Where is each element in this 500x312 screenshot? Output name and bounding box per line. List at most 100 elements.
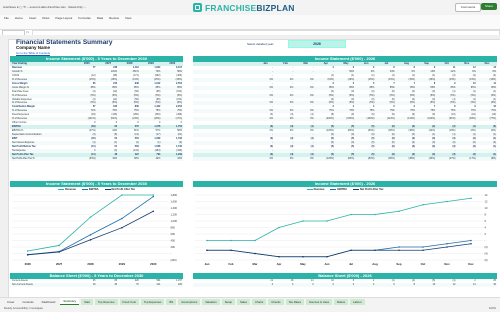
y-tick-label: 1,400: [171, 206, 178, 210]
chart-title: Income Statement ($'000) - 5 Years to De…: [10, 181, 183, 187]
sheet-tab[interactable]: Sales: [237, 298, 250, 305]
chart-5yr-plot: 1,800 1,600 1,400 1,200 1,000 800 600 400 200 - (2…: [12, 193, 178, 266]
sheet-tab[interactable]: Fixed Cost: [119, 298, 139, 305]
y-tick-label: -: [485, 240, 486, 243]
sheet-tab[interactable]: Summary: [60, 298, 80, 305]
y-tick-label: 12: [485, 200, 488, 204]
sheet-tab[interactable]: Tax Rates: [285, 298, 305, 305]
menu-item[interactable]: Insert: [29, 15, 37, 22]
x-tick-label: Mar: [253, 262, 259, 266]
series-line-revenue: [27, 194, 154, 252]
table-cell: 220: [178, 282, 182, 286]
sheet-tab[interactable]: Labour: [350, 298, 365, 305]
table-row: Non-Current Assets 16 30 76 141 220: [10, 282, 183, 287]
sheet-tab[interactable]: Valuation: [202, 298, 220, 305]
table-cell: (83%): [368, 156, 375, 160]
year-label: Select detailed year:: [247, 42, 275, 46]
logo-text-b: BIZPLAN: [256, 2, 295, 13]
data-point: [206, 239, 208, 242]
sheet-tab[interactable]: Top Revenue: [95, 298, 118, 305]
table-cell: 16: [493, 282, 496, 286]
x-tick-label: Feb: [229, 262, 234, 266]
toc-link[interactable]: Go to the Table of Contents: [16, 51, 50, 55]
menu-item[interactable]: Page Layout: [55, 15, 72, 22]
y-tick-label: 8: [485, 213, 487, 217]
table-cell: (125%): [326, 156, 334, 160]
x-tick-label: Oct: [421, 262, 426, 266]
menu-item[interactable]: Formulas: [78, 15, 91, 22]
sheet-tab[interactable]: Dashboard: [39, 299, 59, 305]
chart-5yr[interactable]: Income Statement ($'000) - 5 Years to De…: [10, 181, 183, 272]
comments-button[interactable]: Comments: [455, 3, 481, 12]
y-tick-label: 1,000: [171, 219, 178, 223]
menu-item[interactable]: View: [125, 15, 131, 22]
income-statement-5yr-table: Income Statement ($'000) - 5 Years to De…: [10, 56, 183, 161]
table-cell: 0%: [269, 156, 274, 160]
zoom-level[interactable]: 100%: [489, 306, 496, 310]
sheet-tab[interactable]: Assumptions: [178, 298, 201, 305]
menu-item[interactable]: Draw: [42, 15, 49, 22]
table-row: Net Profit After Tax % (53%) 19% 38% 42% 43%: [10, 156, 183, 161]
table-body: - - -4 6 6 8 8 9 11 12 13- - - -50% 0% 33% 0% 13% 22% 9% 8% -…: [193, 66, 497, 161]
logo-text-a: FRANCHISE: [205, 2, 257, 13]
menu-item[interactable]: Home: [15, 15, 23, 22]
table-cell: (8%): [490, 156, 496, 160]
logo-mark-icon: [193, 3, 202, 12]
sheet-tab[interactable]: Ratios: [334, 298, 349, 305]
function-icon[interactable]: ƒx: [26, 30, 29, 34]
data-point: [470, 197, 472, 200]
y-tick-label: 400: [171, 239, 176, 243]
table-cell: 19%: [112, 156, 118, 160]
data-point: [278, 226, 280, 229]
ribbon: [0, 22, 500, 30]
sheet-tab[interactable]: Contents: [19, 299, 36, 305]
table-cell: 3: [291, 282, 294, 286]
row-label: [193, 157, 254, 161]
status-text: Ready Accessibility: Investigate: [4, 306, 44, 310]
menu-item[interactable]: File: [4, 15, 9, 22]
y-tick-label: 600: [171, 232, 176, 236]
data-point: [152, 210, 155, 213]
sheet-tab[interactable]: BS: [166, 298, 177, 305]
menu-item[interactable]: Data: [97, 15, 103, 22]
year-select-input[interactable]: 2026: [288, 40, 346, 48]
y-tick-label: 2: [485, 232, 487, 236]
x-tick-label: Nov: [444, 262, 450, 266]
y-tick-label: 1,200: [171, 213, 178, 217]
data-point: [302, 255, 304, 258]
sheet-tab[interactable]: Sources & Uses: [306, 298, 333, 305]
table-cell: 43%: [177, 156, 182, 160]
income-statement-monthly-table: Income Statement ($'000) - 2026 Jan Feb Ma…: [193, 56, 497, 161]
sheet-tab[interactable]: Checks: [268, 298, 284, 305]
x-tick-label: Dec: [468, 262, 474, 266]
y-tick-label: 6: [485, 219, 487, 223]
data-point: [89, 216, 92, 218]
sheet-tab[interactable]: Start: [81, 298, 94, 305]
chart-monthly[interactable]: Income Statement ($'000) - 2026 Revenue E…: [193, 181, 497, 272]
table-cell: 10: [432, 282, 436, 286]
franchise-bizplan-logo: FRANCHISEBIZPLAN: [193, 2, 295, 13]
chart-title: Income Statement ($'000) - 2026: [193, 181, 497, 187]
data-point: [121, 217, 123, 220]
sheet-tab[interactable]: Charts: [252, 298, 267, 305]
x-tick-label: May: [300, 262, 306, 266]
window-title: AutoSave ● ▢ ⟲ ⌵ excel-nt-labs-franchise…: [3, 5, 86, 9]
sheet-tab[interactable]: Setup: [221, 298, 235, 305]
table-cell: 14: [473, 282, 476, 286]
sheet-tab[interactable]: Top Expenses: [140, 298, 165, 305]
sheet-tab[interactable]: Cover: [4, 299, 17, 305]
legend-swatch: [81, 188, 88, 190]
x-tick-label: 2030: [150, 262, 157, 266]
row-label: Net Profit After Tax %: [12, 156, 35, 160]
y-tick-label: (2): [485, 245, 488, 249]
data-point: [422, 246, 424, 248]
menu-item[interactable]: Review: [109, 15, 119, 22]
x-tick-label: 2028: [87, 262, 94, 266]
data-point: [89, 233, 92, 236]
table-cell: (27%): [449, 156, 456, 160]
data-point: [152, 194, 155, 196]
table-cell: (53%): [89, 156, 96, 160]
table-cell: 0%: [289, 156, 294, 160]
chart-monthly-plot: 14 12 10 8 6 4 2 - (2) (4) (6) Jan Feb Mar Apr May Jun Ju…: [195, 193, 488, 266]
share-button[interactable]: Share: [481, 3, 497, 10]
